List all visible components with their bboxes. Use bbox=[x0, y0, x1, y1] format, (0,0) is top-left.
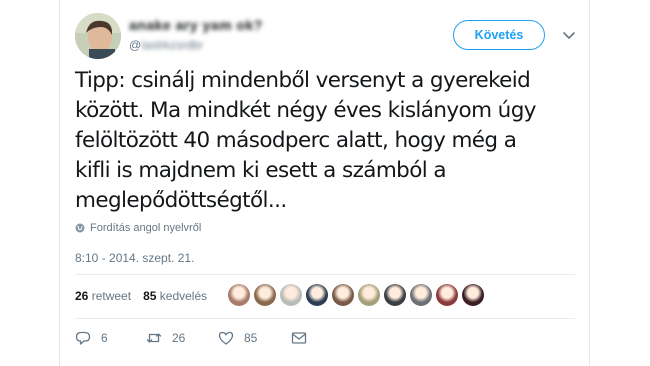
tweet-timestamp[interactable]: 8:10 - 2014. szept. 21. bbox=[75, 251, 194, 265]
divider bbox=[75, 318, 575, 319]
liker-avatar[interactable] bbox=[436, 284, 458, 306]
tweet-text: Tipp: csinálj mindenből versenyt a gyere… bbox=[75, 68, 536, 213]
like-stat[interactable]: 85 kedvelés bbox=[143, 289, 207, 303]
liker-avatar[interactable] bbox=[228, 284, 250, 306]
like-label: kedvelés bbox=[159, 289, 208, 303]
liker-avatars bbox=[228, 284, 484, 306]
liker-avatar[interactable] bbox=[280, 284, 302, 306]
tweet-card: anake ary yam ok? @Iaslrkzsrdbr Követés … bbox=[59, 0, 590, 366]
author-name[interactable]: anake ary yam ok? bbox=[129, 17, 263, 33]
divider bbox=[75, 274, 575, 275]
reply-action[interactable]: 6 bbox=[75, 330, 108, 346]
retweet-icon bbox=[146, 333, 162, 343]
liker-avatar[interactable] bbox=[358, 284, 380, 306]
retweet-action[interactable]: 26 bbox=[146, 330, 185, 346]
handle-text: Iaslrkzsrdbr bbox=[141, 38, 204, 52]
liker-avatar[interactable] bbox=[462, 284, 484, 306]
liker-avatar[interactable] bbox=[332, 284, 354, 306]
liker-avatar[interactable] bbox=[254, 284, 276, 306]
author-avatar[interactable] bbox=[75, 13, 121, 59]
reply-count: 6 bbox=[101, 331, 108, 345]
retweet-action-count: 26 bbox=[172, 331, 186, 345]
liker-avatar[interactable] bbox=[384, 284, 406, 306]
reply-icon bbox=[75, 331, 91, 345]
translate-link[interactable]: Fordítás angol nyelvről bbox=[75, 222, 201, 234]
author-handle[interactable]: @Iaslrkzsrdbr bbox=[129, 38, 203, 52]
chevron-down-icon[interactable] bbox=[562, 28, 576, 42]
handle-at: @ bbox=[129, 38, 142, 52]
liker-avatar[interactable] bbox=[306, 284, 328, 306]
retweet-stat[interactable]: 26 retweet bbox=[75, 289, 131, 303]
follow-button[interactable]: Követés bbox=[453, 20, 545, 50]
like-action[interactable]: 85 bbox=[218, 330, 257, 346]
retweet-label: retweet bbox=[91, 289, 132, 303]
like-count: 85 bbox=[143, 289, 157, 303]
translate-label: Fordítás angol nyelvről bbox=[90, 222, 202, 234]
retweet-count: 26 bbox=[75, 289, 89, 303]
heart-icon bbox=[218, 331, 234, 345]
mail-icon bbox=[291, 332, 307, 344]
liker-avatar[interactable] bbox=[410, 284, 432, 306]
message-action[interactable] bbox=[291, 330, 307, 346]
like-action-count: 85 bbox=[244, 331, 258, 345]
globe-icon bbox=[75, 223, 85, 233]
tweet-stats: 26 retweet 85 kedvelés bbox=[75, 289, 207, 303]
